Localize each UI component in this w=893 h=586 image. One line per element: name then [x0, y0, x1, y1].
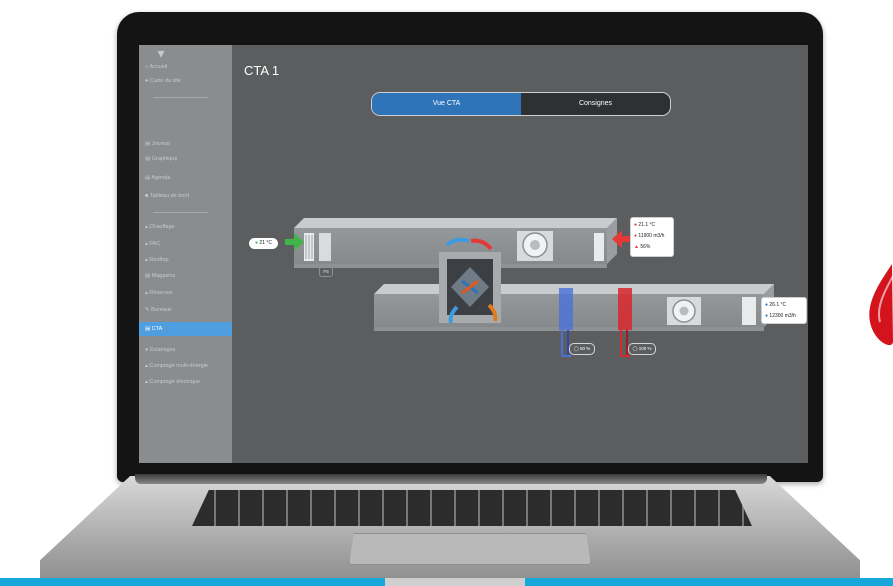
laptop-trackpad	[349, 533, 591, 565]
fresh-air-temp-badge: ● 21 °C	[249, 238, 278, 249]
lower-duct	[374, 284, 774, 331]
return-air-humidity: 56%	[640, 244, 651, 250]
supply-fan	[667, 297, 701, 325]
cold-valve-badge: ◯ 50 %	[569, 343, 595, 355]
supply-air-temp: 26.1 °C	[769, 302, 787, 308]
laptop-hinge	[135, 474, 767, 484]
filter-label: F8	[319, 266, 333, 277]
flow-icon: ●	[765, 313, 769, 319]
exhaust-fan	[517, 231, 553, 261]
supply-air-card: ● 26.1 °C ● 12300 m3/h	[761, 297, 807, 324]
return-grille	[594, 233, 604, 261]
supply-grille	[742, 297, 756, 325]
return-air-card: ● 21.1 °C ● 11900 m3/h ▲ 56%	[630, 217, 674, 257]
return-air-temp: 21.1 °C	[638, 222, 656, 228]
heat-exchanger	[439, 252, 501, 323]
supply-air-flow: 12300 m3/h	[769, 313, 796, 319]
filter-label-text: F8	[323, 269, 329, 274]
humidity-icon: ▲	[634, 244, 639, 250]
laptop-keyboard	[192, 490, 752, 526]
hot-valve-value: 100 %	[638, 346, 652, 351]
page-bottom-bar-gap	[385, 578, 525, 586]
flow-icon: ●	[634, 233, 638, 239]
app-screen: ▾ ⌂ Accueil ● Carte du site ▤ Journal ▤ …	[139, 45, 808, 463]
temperature-icon: ●	[634, 222, 638, 228]
ahu-diagram	[285, 218, 774, 357]
temperature-icon: ●	[765, 302, 769, 308]
fresh-air-temp: 21 °C	[259, 240, 272, 246]
hot-valve-badge: ◯ 100 %	[628, 343, 656, 355]
cold-valve-value: 50 %	[580, 346, 591, 351]
return-air-flow: 11900 m3/h	[638, 233, 665, 239]
drop-icon	[869, 264, 893, 346]
filter-f8	[319, 233, 331, 261]
